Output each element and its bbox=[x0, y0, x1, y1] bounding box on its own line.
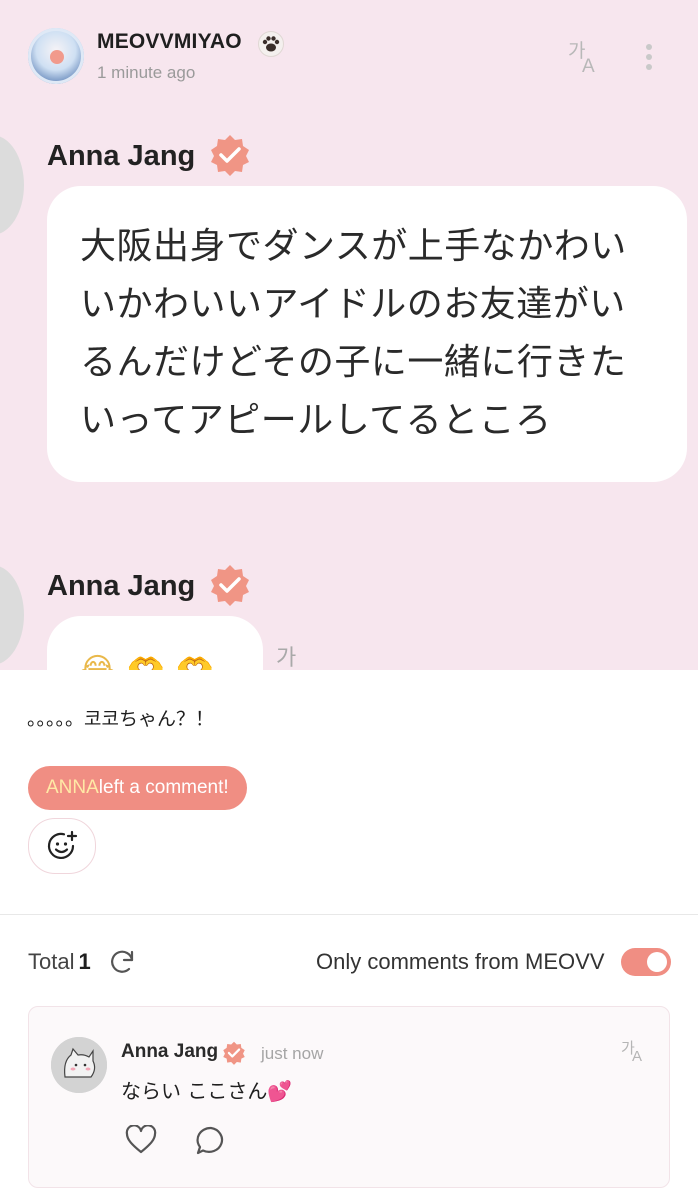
add-reaction-icon bbox=[47, 830, 78, 859]
reply-icon[interactable] bbox=[195, 1125, 227, 1157]
translate-icon[interactable]: 가A bbox=[621, 1037, 647, 1065]
author-avatar[interactable] bbox=[28, 28, 84, 84]
comment-card: Anna Jang just now 가A ならい ここさん💕 bbox=[28, 1006, 670, 1188]
post-image-area: MEOVVMIYAO 1 minute ago 가A Anna Jang 大阪出… bbox=[0, 0, 698, 670]
filter-toggle[interactable] bbox=[621, 948, 671, 976]
commenter-name[interactable]: Anna Jang bbox=[121, 1041, 218, 1063]
comment-time: just now bbox=[261, 1044, 324, 1063]
verified-badge-icon bbox=[223, 1041, 245, 1065]
paw-icon bbox=[258, 31, 284, 57]
chat-bubble-text: 大阪出身でダンスが上手なかわいいかわいいアイドルのお友達がいるんだけどその子に一… bbox=[80, 226, 627, 441]
more-options-icon[interactable] bbox=[640, 42, 658, 72]
section-divider bbox=[0, 914, 698, 915]
chat-sender-name: Anna Jang bbox=[47, 140, 196, 172]
translate-icon[interactable]: 가A bbox=[566, 42, 604, 78]
comment-total: Total 1 bbox=[28, 949, 91, 974]
comment-text: ならい ここさん💕 bbox=[121, 1079, 293, 1103]
heart-icon[interactable] bbox=[125, 1125, 157, 1155]
chat-bubble-emojis: 😂🫶🫶 bbox=[80, 652, 226, 670]
notice-highlight: ANNA bbox=[46, 777, 99, 798]
chat-avatar bbox=[0, 565, 24, 665]
post-time: 1 minute ago bbox=[97, 63, 196, 82]
author-name[interactable]: MEOVVMIYAO bbox=[97, 30, 242, 54]
post-text: 。。。。。코코ちゃん？！ bbox=[27, 708, 214, 730]
chat-avatar bbox=[0, 135, 24, 235]
filter-label: Only comments from MEOVV bbox=[316, 949, 605, 974]
comment-notice-pill[interactable]: ANNA left a comment! bbox=[28, 766, 247, 810]
commenter-avatar[interactable] bbox=[51, 1037, 107, 1093]
verified-badge-icon bbox=[211, 135, 249, 176]
add-reaction-button[interactable] bbox=[28, 818, 96, 874]
notice-text: left a comment! bbox=[98, 777, 229, 798]
translate-icon[interactable]: 가 bbox=[276, 640, 296, 670]
chat-sender-name: Anna Jang bbox=[47, 570, 196, 602]
verified-badge-icon bbox=[211, 565, 249, 606]
refresh-icon[interactable] bbox=[108, 947, 138, 977]
comment-total-count: 1 bbox=[78, 949, 91, 974]
